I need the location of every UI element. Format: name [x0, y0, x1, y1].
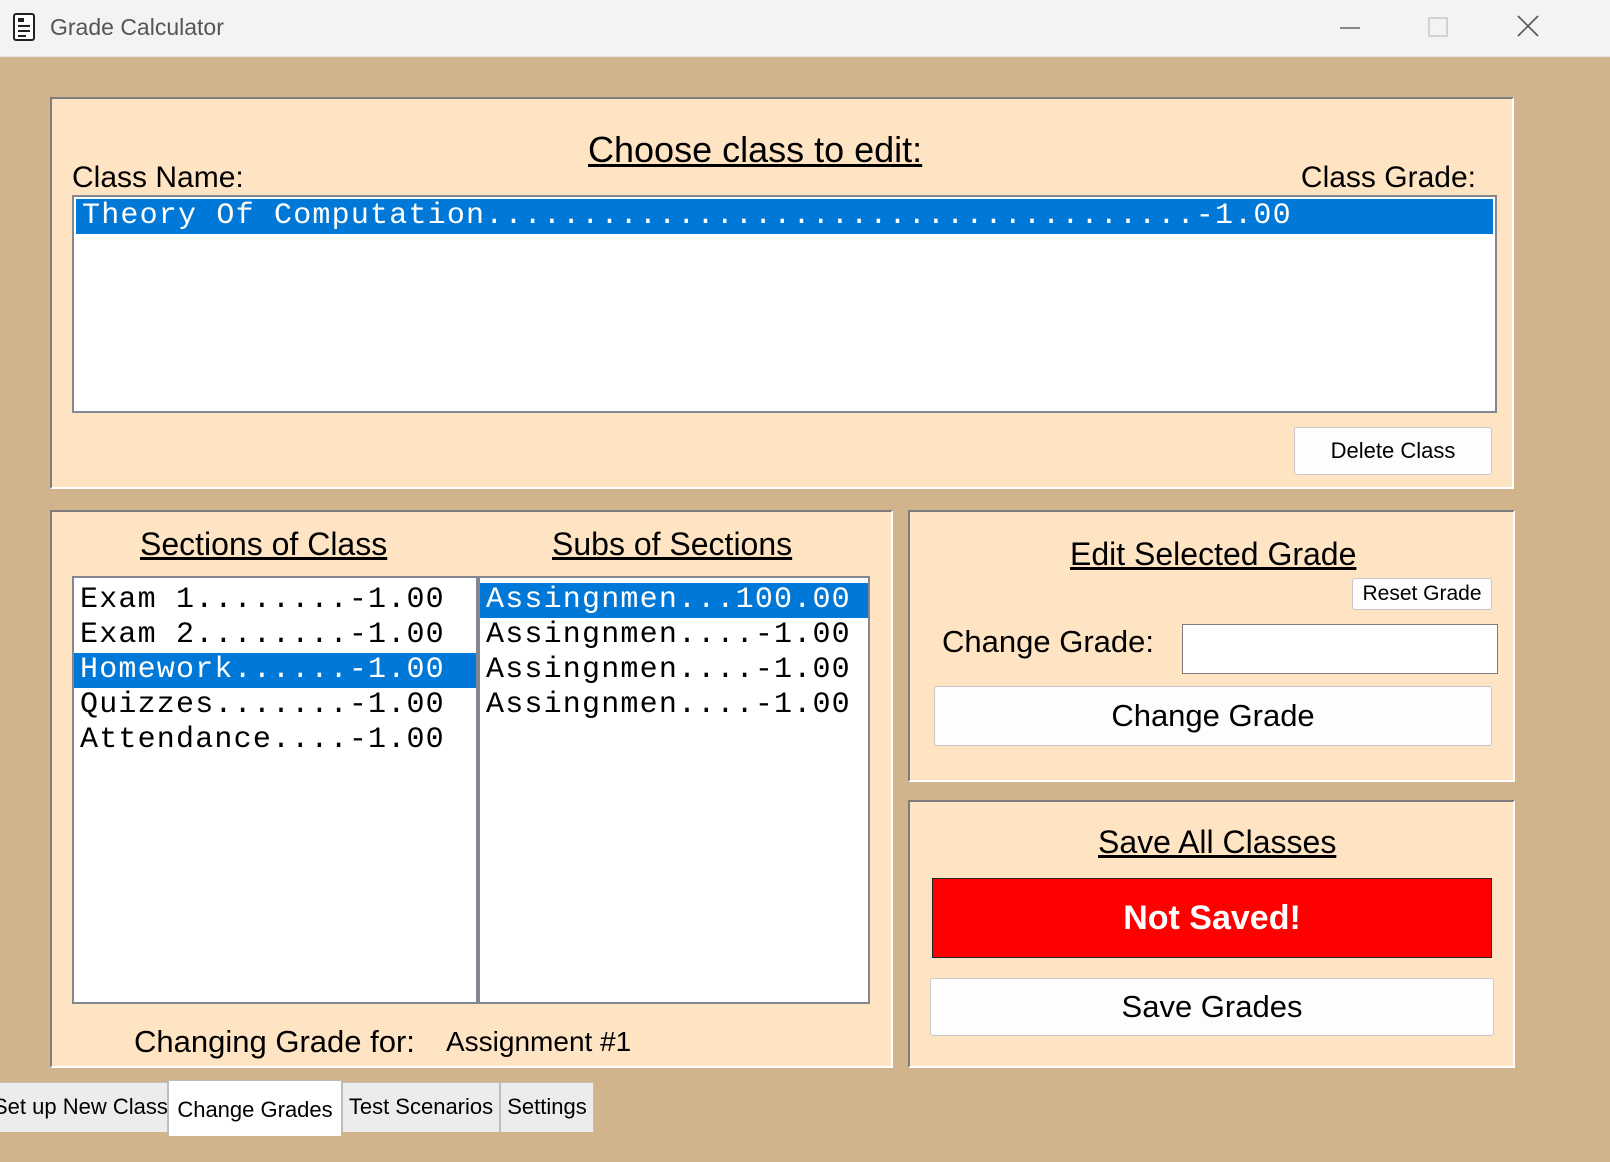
change-grade-button[interactable]: Change Grade	[934, 686, 1492, 746]
delete-class-button[interactable]: Delete Class	[1294, 427, 1492, 475]
class-list-item[interactable]: Theory Of Computation...................…	[76, 199, 1493, 234]
save-grades-button[interactable]: Save Grades	[930, 978, 1494, 1036]
class-selection-panel: Choose class to edit: Class Name: Class …	[50, 97, 1514, 489]
tab-test-scenarios[interactable]: Test Scenarios	[342, 1082, 500, 1132]
changing-grade-value: Assignment #1	[446, 1026, 632, 1057]
class-listbox[interactable]: Theory Of Computation...................…	[72, 195, 1497, 413]
section-item-exam-1[interactable]: Exam 1........-1.00	[74, 583, 476, 618]
sub-item[interactable]: Assingnmen....-1.00	[480, 653, 868, 688]
edit-grade-panel: Edit Selected Grade Reset Grade Change G…	[908, 510, 1515, 782]
title-bar: Grade Calculator	[0, 0, 1610, 57]
sections-of-class-heading: Sections of Class	[140, 526, 388, 562]
tab-settings[interactable]: Settings	[500, 1082, 594, 1132]
tab-set-up-new-class[interactable]: Set up New Class	[0, 1082, 168, 1132]
tab-strip: Set up New Class Change Grades Test Scen…	[0, 1080, 1610, 1162]
close-icon[interactable]	[1508, 8, 1548, 48]
reset-grade-button[interactable]: Reset Grade	[1352, 578, 1492, 610]
section-item-quizzes[interactable]: Quizzes.......-1.00	[74, 688, 476, 723]
changing-grade-label: Changing Grade for:	[134, 1024, 415, 1059]
save-panel: Save All Classes Not Saved! Save Grades	[908, 800, 1515, 1068]
tab-change-grades[interactable]: Change Grades	[168, 1080, 342, 1136]
sub-item[interactable]: Assingnmen....-1.00	[480, 618, 868, 653]
subs-listbox[interactable]: Assingnmen...100.00 Assingnmen....-1.00 …	[478, 576, 870, 1004]
section-item-attendance[interactable]: Attendance....-1.00	[74, 723, 476, 758]
section-item-homework[interactable]: Homework......-1.00	[74, 653, 476, 688]
window-title: Grade Calculator	[50, 14, 224, 40]
subs-of-sections-heading: Subs of Sections	[552, 526, 793, 562]
save-status-indicator: Not Saved!	[932, 878, 1492, 958]
choose-class-heading: Choose class to edit:	[588, 129, 923, 170]
sections-listbox[interactable]: Exam 1........-1.00 Exam 2........-1.00 …	[72, 576, 478, 1004]
sections-panel: Sections of Class Subs of Sections Exam …	[50, 510, 893, 1068]
edit-selected-grade-heading: Edit Selected Grade	[1070, 536, 1357, 572]
calculator-doc-icon	[12, 12, 38, 47]
section-item-exam-2[interactable]: Exam 2........-1.00	[74, 618, 476, 653]
minimize-icon[interactable]	[1330, 8, 1370, 48]
sub-item[interactable]: Assingnmen...100.00	[480, 583, 868, 618]
maximize-icon[interactable]	[1418, 8, 1458, 48]
change-grade-input[interactable]	[1182, 624, 1498, 674]
change-grade-label: Change Grade:	[942, 624, 1154, 659]
save-all-classes-heading: Save All Classes	[1098, 824, 1337, 860]
class-name-label: Class Name:	[72, 161, 244, 194]
sub-item[interactable]: Assingnmen....-1.00	[480, 688, 868, 723]
class-grade-label: Class Grade:	[1300, 161, 1476, 194]
